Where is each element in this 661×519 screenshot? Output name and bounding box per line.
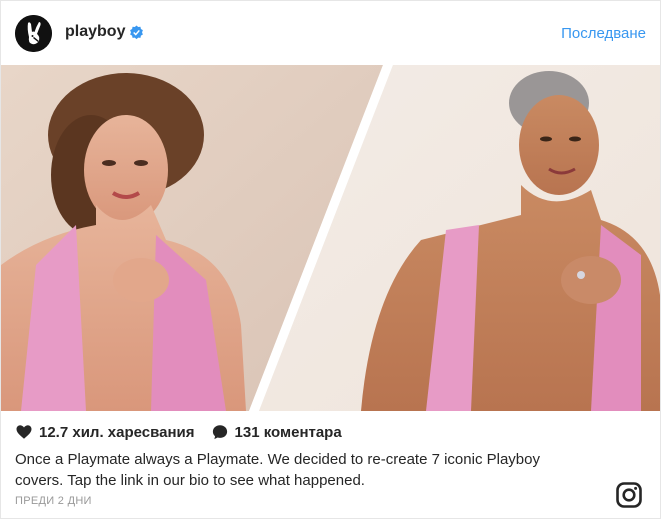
post-photo-illustration bbox=[1, 65, 660, 411]
caption-line: covers. Tap the link in our bio to see w… bbox=[15, 472, 365, 489]
post-stats: 12.7 хил. харесвания 131 коментара bbox=[15, 422, 342, 442]
instagram-icon[interactable] bbox=[616, 482, 642, 508]
comment-bubble-icon[interactable] bbox=[211, 423, 229, 441]
likes-count[interactable]: 12.7 хил. харесвания bbox=[39, 424, 195, 441]
post-timestamp[interactable]: ПРЕДИ 2 ДНИ bbox=[15, 495, 92, 507]
instagram-post-card: playboy Последване 12.7 хил. харесвания … bbox=[0, 0, 661, 519]
avatar[interactable] bbox=[15, 15, 52, 52]
post-header: playboy Последване bbox=[1, 1, 660, 65]
caption-line: Once a Playmate always a Playmate. We de… bbox=[15, 451, 540, 468]
follow-button[interactable]: Последване bbox=[561, 25, 646, 42]
heart-icon[interactable] bbox=[15, 423, 33, 441]
playboy-bunny-logo-icon bbox=[15, 15, 52, 52]
post-caption: Once a Playmate always a Playmate. We de… bbox=[15, 449, 615, 491]
comments-count[interactable]: 131 коментара bbox=[235, 424, 342, 441]
verified-badge-icon bbox=[130, 25, 143, 40]
post-image[interactable] bbox=[1, 65, 660, 411]
username[interactable]: playboy bbox=[65, 23, 125, 41]
